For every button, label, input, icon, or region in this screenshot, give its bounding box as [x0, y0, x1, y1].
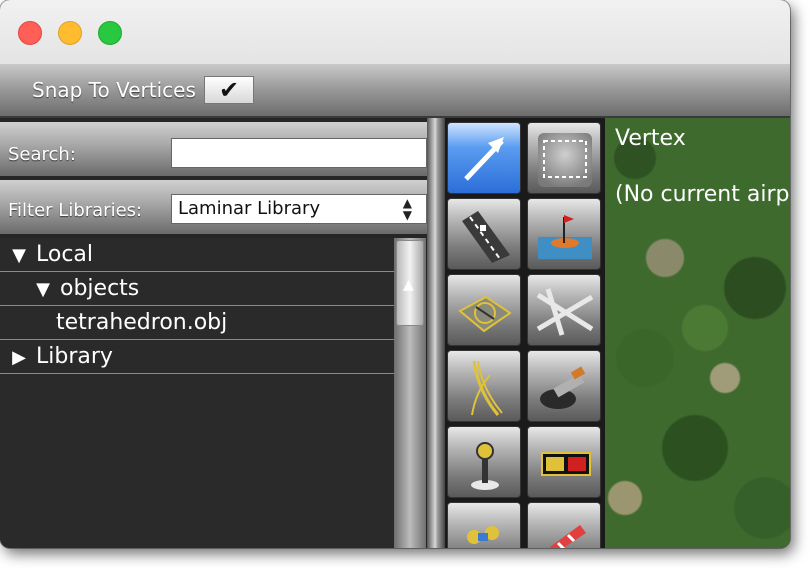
library-panel: Search: Filter Libraries: Laminar Librar…: [0, 118, 427, 548]
search-label: Search:: [8, 144, 76, 165]
runway-icon: [462, 211, 510, 263]
marquee-icon: [543, 140, 587, 178]
windsock-tool-button[interactable]: [527, 502, 601, 548]
panel-splitter[interactable]: [427, 118, 445, 548]
close-window-button[interactable]: [18, 21, 42, 45]
taxiway-tool-button[interactable]: [527, 274, 601, 346]
taxi-sign-icon: [541, 452, 591, 476]
sealane-tool-button[interactable]: [527, 198, 601, 270]
arrow-icon: [464, 137, 504, 181]
tree-item-tetrahedron[interactable]: tetrahedron.obj: [0, 306, 394, 340]
tree-item-objects[interactable]: ▼ objects: [0, 272, 394, 306]
runway-tool-button[interactable]: [447, 198, 521, 270]
sealane-icon: [538, 215, 592, 259]
app-window: Snap To Vertices ✔ Search: Filter Librar…: [0, 0, 790, 548]
library-tree: ▼ Local ▼ objects tetrahedron.obj ▶ Library: [0, 238, 394, 548]
tool-palette: [445, 118, 605, 548]
search-input[interactable]: [171, 138, 427, 168]
taxiway-icon: [536, 288, 594, 336]
taxi-route-icon: [471, 360, 503, 416]
title-bar: [0, 0, 790, 65]
snap-to-vertices-label: Snap To Vertices: [32, 78, 196, 102]
zoom-window-button[interactable]: [98, 21, 122, 45]
snap-to-vertices-checkbox[interactable]: ✔: [204, 76, 254, 104]
scroll-up-arrow-icon: ▲: [403, 277, 414, 293]
scroll-thumb[interactable]: ▲: [396, 240, 424, 326]
light-fixture-icon: [471, 442, 499, 490]
search-row: Search:: [0, 122, 427, 176]
filter-libraries-label: Filter Libraries:: [8, 200, 143, 221]
filter-libraries-select[interactable]: Laminar Library ▲ ▼: [171, 194, 427, 224]
sign-tool-button[interactable]: [527, 426, 601, 498]
helipad-tool-button[interactable]: [447, 274, 521, 346]
boundary-icon: [540, 366, 586, 409]
tree-item-label: Library: [36, 344, 113, 369]
collapsed-triangle-icon[interactable]: ▶: [8, 341, 30, 374]
helipad-icon: [458, 295, 512, 333]
boundary-tool-button[interactable]: [527, 350, 601, 422]
expanded-triangle-icon[interactable]: ▼: [8, 239, 30, 272]
marquee-tool-button[interactable]: [527, 122, 601, 194]
tree-item-label: objects: [60, 276, 140, 301]
select-arrows-icon: ▲ ▼: [402, 196, 412, 222]
tree-item-label: tetrahedron.obj: [56, 310, 228, 335]
light-tool-button[interactable]: [447, 426, 521, 498]
beacon-icon: [467, 526, 499, 544]
windsock-icon: [550, 525, 586, 548]
tree-scrollbar[interactable]: ▲: [394, 238, 426, 548]
expanded-triangle-icon[interactable]: ▼: [32, 273, 54, 306]
tool-options-bar: Snap To Vertices ✔: [0, 64, 790, 118]
tree-item-library[interactable]: ▶ Library: [0, 340, 394, 374]
taxi-route-tool-button[interactable]: [447, 350, 521, 422]
tree-item-local[interactable]: ▼ Local: [0, 238, 394, 272]
minimize-window-button[interactable]: [58, 21, 82, 45]
current-tool-title: Vertex: [615, 126, 686, 151]
tree-item-label: Local: [36, 242, 94, 267]
filter-selected-value: Laminar Library: [178, 198, 321, 219]
checkmark-icon: ✔: [218, 76, 240, 104]
filter-row: Filter Libraries: Laminar Library ▲ ▼: [0, 180, 427, 234]
map-view[interactable]: Vertex (No current airport): [605, 118, 790, 548]
beacon-tool-button[interactable]: [447, 502, 521, 548]
vertex-tool-button[interactable]: [447, 122, 521, 194]
airport-status-text: (No current airport): [615, 182, 790, 207]
